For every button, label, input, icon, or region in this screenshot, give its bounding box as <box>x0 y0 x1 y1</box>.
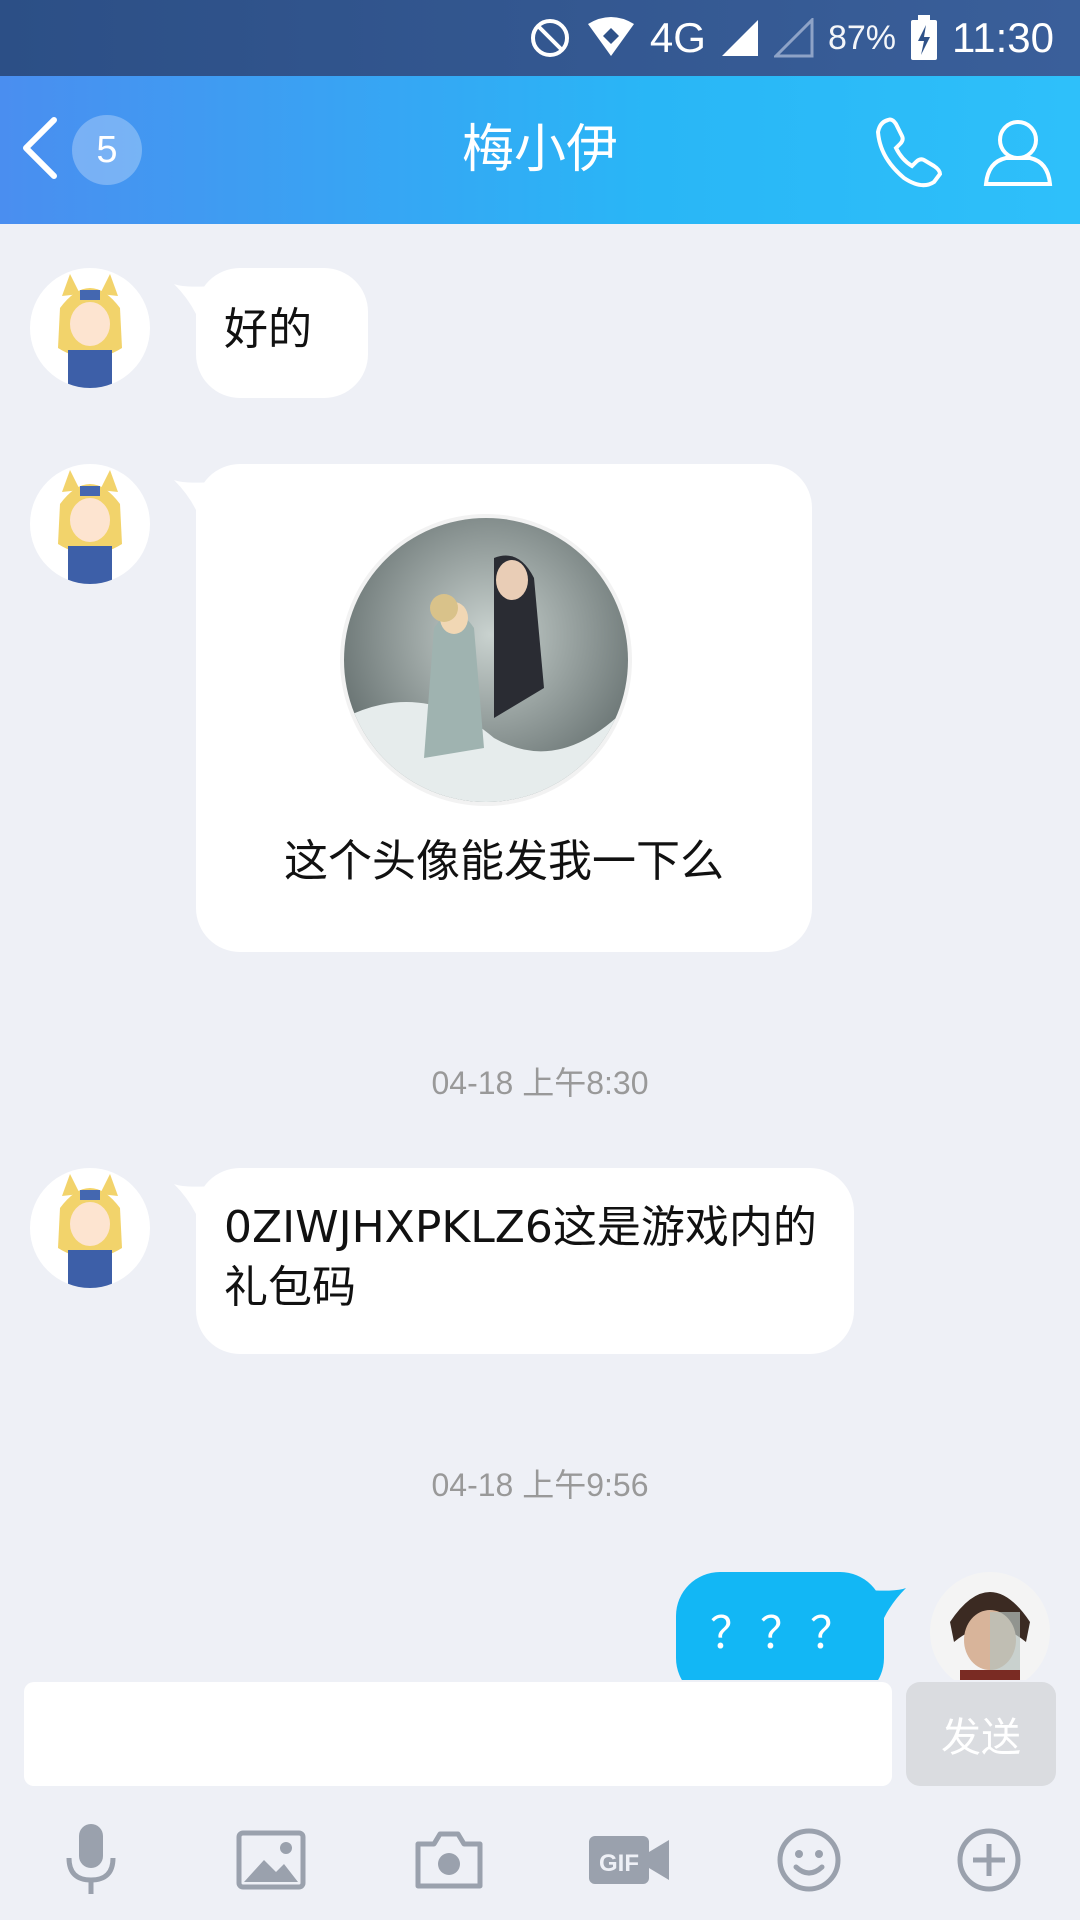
network-type: 4G <box>649 14 706 61</box>
message-bubble[interactable]: 这个头像能发我一下么 <box>174 464 812 952</box>
back-button[interactable]: 5 <box>18 112 148 188</box>
bubble-tail <box>174 1184 214 1214</box>
battery-percent: 87% <box>827 18 896 57</box>
chevron-left-icon <box>18 110 62 190</box>
input-toolbar: GIF <box>0 1800 1080 1920</box>
contact-avatar[interactable] <box>30 464 150 584</box>
plus-icon[interactable] <box>944 1820 1034 1900</box>
message-text: 好的 <box>224 304 312 355</box>
chat-header: 5 梅小伊 <box>0 76 1080 224</box>
message-text: 这个头像能发我一下么 <box>284 836 724 887</box>
emoji-icon[interactable] <box>764 1820 854 1900</box>
battery-charging-icon <box>910 15 938 61</box>
phone-icon <box>875 117 943 188</box>
contact-avatar[interactable] <box>30 268 150 388</box>
gif-icon[interactable]: GIF <box>584 1820 674 1900</box>
send-button[interactable]: 发送 <box>906 1682 1056 1786</box>
unread-count-badge: 5 <box>72 115 142 185</box>
do-not-disturb-icon <box>528 16 572 60</box>
message-text: 0ZIWJHXPKLZ6这是游戏内的礼包码 <box>224 1202 817 1313</box>
camera-icon[interactable] <box>404 1820 494 1900</box>
input-bar: 发送 <box>0 1680 1080 1788</box>
status-bar: 4G 87% 11:30 <box>0 0 1080 76</box>
message-input[interactable] <box>24 1682 892 1786</box>
signal-empty-icon <box>773 18 814 58</box>
message-bubble[interactable]: 好的 <box>174 268 368 398</box>
message-bubble[interactable]: 0ZIWJHXPKLZ6这是游戏内的礼包码 <box>174 1168 854 1354</box>
timestamp: 04-18 上午8:30 <box>431 1065 649 1101</box>
my-avatar[interactable] <box>930 1572 1050 1680</box>
message-list[interactable]: 好的 这个头像能发我一下么 04-18 上午8:30 0ZIWJHXPKLZ6这… <box>0 224 1080 1680</box>
image-icon[interactable] <box>226 1820 316 1900</box>
message-bubble-mine[interactable]: ？？？ <box>676 1572 906 1680</box>
profile-button[interactable] <box>978 112 1058 192</box>
call-button[interactable] <box>870 112 950 192</box>
wifi-icon <box>586 16 636 60</box>
bubble-tail <box>866 1588 906 1618</box>
shared-avatar-image[interactable] <box>340 514 632 806</box>
svg-text:GIF: GIF <box>599 1850 639 1877</box>
timestamp: 04-18 上午9:56 <box>431 1467 649 1503</box>
contact-avatar[interactable] <box>30 1168 150 1288</box>
bubble-tail <box>174 480 214 510</box>
microphone-icon[interactable] <box>46 1820 136 1900</box>
user-icon <box>983 120 1053 186</box>
clock: 11:30 <box>952 14 1054 61</box>
signal-icon <box>720 18 760 58</box>
bubble-tail <box>174 284 214 314</box>
message-text: ？？？ <box>710 1608 860 1659</box>
